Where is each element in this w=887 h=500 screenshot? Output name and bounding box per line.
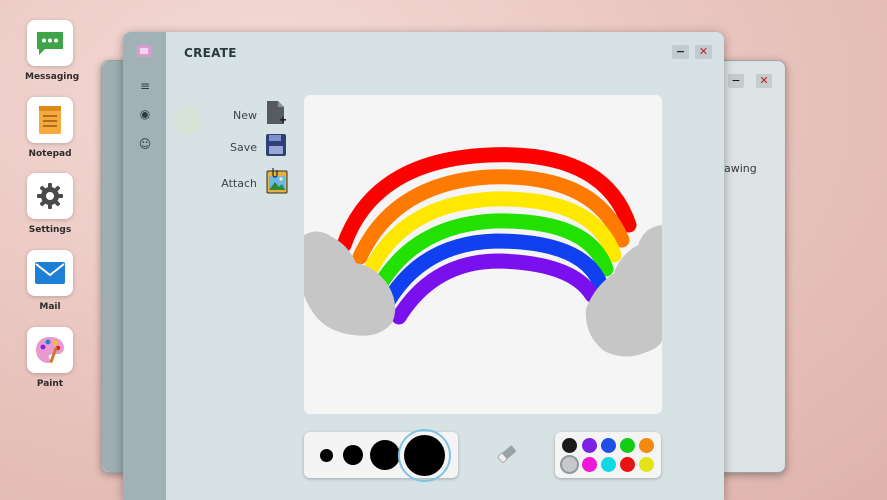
attach-label: Attach xyxy=(221,176,257,190)
color-swatch-black[interactable] xyxy=(562,438,577,453)
create-window[interactable]: ≡ ◉ ☺ CREATE − ✕ New Save Attach xyxy=(123,32,724,500)
color-swatch-red[interactable] xyxy=(620,457,635,472)
brush-size-panel xyxy=(304,429,458,482)
rainbow-purple-stroke xyxy=(391,253,600,325)
brush-size-small[interactable] xyxy=(343,445,363,465)
desktop-icon-settings[interactable]: Settings xyxy=(25,173,75,235)
palette-icon[interactable]: ◉ xyxy=(136,105,154,123)
color-swatch-yellow[interactable] xyxy=(639,457,654,472)
color-swatch-orange[interactable] xyxy=(639,438,654,453)
new-label: New xyxy=(233,108,257,122)
color-swatch-cyan[interactable] xyxy=(601,457,616,472)
desktop-icon-messaging[interactable]: Messaging xyxy=(25,20,80,82)
close-button[interactable]: ✕ xyxy=(695,45,712,59)
color-swatch-magenta[interactable] xyxy=(582,457,597,472)
menu-icon[interactable]: ≡ xyxy=(136,77,154,95)
palette-icon xyxy=(27,327,73,373)
save-label: Save xyxy=(229,140,257,154)
decorative-dot xyxy=(173,107,201,135)
color-swatch-gray[interactable] xyxy=(562,457,577,472)
window-title: CREATE xyxy=(184,46,237,60)
envelope-icon xyxy=(27,250,73,296)
new-button[interactable]: New xyxy=(213,100,287,130)
minimize-button[interactable]: − xyxy=(672,45,689,59)
desktop-icon-mail[interactable]: Mail xyxy=(25,250,75,312)
canvas-drawing xyxy=(304,147,662,357)
desktop-icon-notepad[interactable]: Notepad xyxy=(25,97,75,159)
desktop-icon-label: Notepad xyxy=(28,149,72,159)
floppy-disk-icon xyxy=(265,133,287,161)
desktop-icon-label: Mail xyxy=(39,302,61,312)
brush-size-medium[interactable] xyxy=(370,440,400,470)
color-palette xyxy=(555,432,661,478)
desktop-icon-label: Messaging xyxy=(25,72,80,82)
eraser-icon[interactable] xyxy=(496,443,518,469)
desktop-icon-paint[interactable]: Paint xyxy=(25,327,75,389)
image-attach-icon xyxy=(265,167,289,199)
background-window-text: awing xyxy=(724,162,757,175)
background-window-sidebar xyxy=(102,61,124,472)
save-button[interactable]: Save xyxy=(213,133,287,161)
background-window-close-button[interactable]: ✕ xyxy=(756,74,772,88)
desktop-icon-label: Settings xyxy=(28,225,72,235)
chat-bubble-icon xyxy=(27,20,73,66)
color-swatch-purple[interactable] xyxy=(582,438,597,453)
gear-icon xyxy=(27,173,73,219)
create-sidebar: ≡ ◉ ☺ xyxy=(123,32,166,500)
color-swatch-blue[interactable] xyxy=(601,438,616,453)
background-window-minimize-button[interactable]: − xyxy=(728,74,744,88)
drawing-canvas[interactable] xyxy=(304,95,662,414)
notepad-icon xyxy=(27,97,73,143)
attach-button[interactable]: Attach xyxy=(213,167,289,199)
new-file-icon xyxy=(265,100,287,130)
app-logo-icon xyxy=(136,43,152,62)
color-swatch-green[interactable] xyxy=(620,438,635,453)
brush-size-large[interactable] xyxy=(404,435,445,476)
brush-size-extra-small[interactable] xyxy=(320,449,333,462)
desktop-icon-label: Paint xyxy=(36,379,64,389)
face-icon[interactable]: ☺ xyxy=(136,135,154,153)
